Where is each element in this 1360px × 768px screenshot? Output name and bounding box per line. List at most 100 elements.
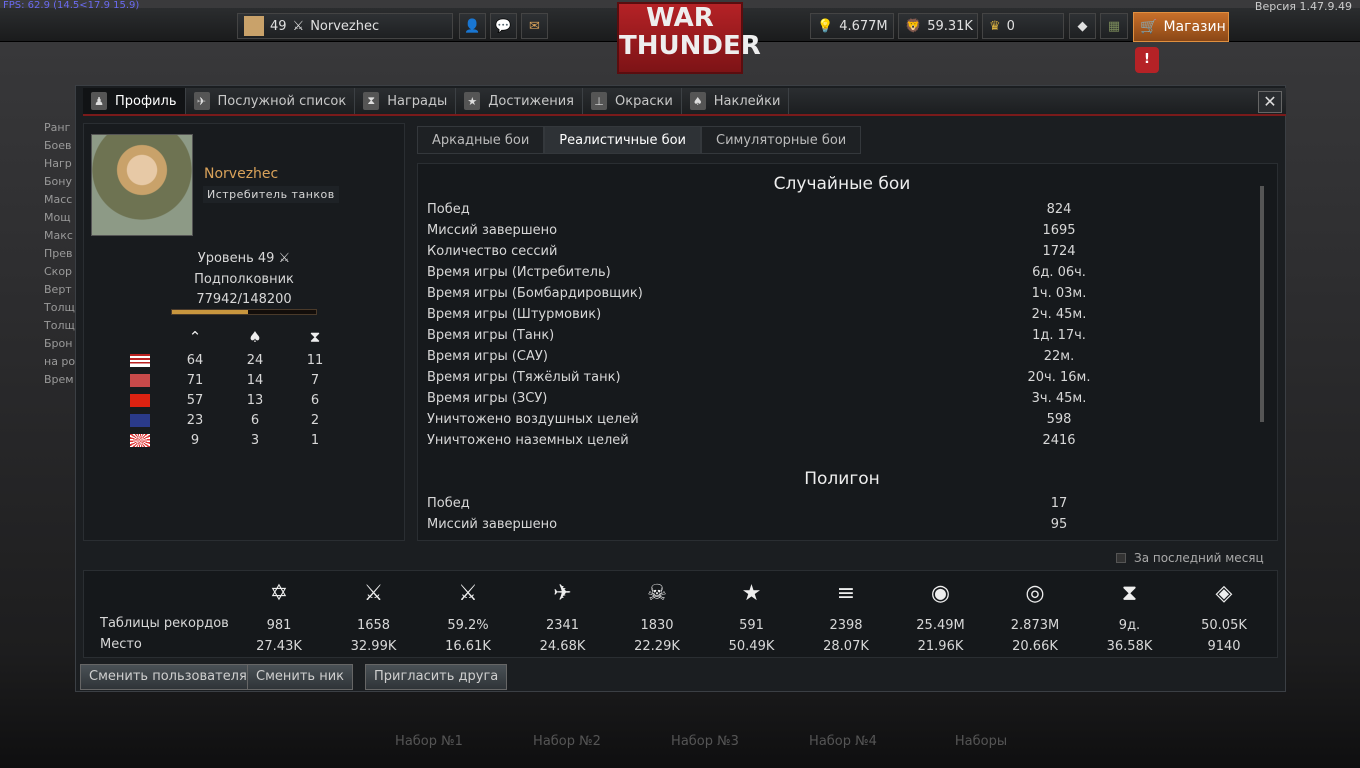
record-value: 2.873M <box>1010 618 1060 633</box>
bg-item: Макс <box>44 229 73 242</box>
level-text: Уровень 49 <box>197 251 275 266</box>
leaderboard-column[interactable]: ✈ 2341 24.68K <box>528 571 598 657</box>
preset-tab[interactable]: Набор №3 <box>636 734 774 749</box>
tab-profile[interactable]: ♟ Профиль <box>83 88 186 114</box>
close-button[interactable]: ✕ <box>1258 91 1282 113</box>
last-month-checkbox[interactable]: За последний месяц <box>1116 551 1264 565</box>
player-info[interactable]: 49 ⚔ Norvezhec <box>237 13 453 39</box>
user-icon: ♟ <box>91 92 107 110</box>
checkbox-label: За последний месяц <box>1134 551 1264 565</box>
record-place: 22.29K <box>634 639 680 654</box>
bg-item: Ранг <box>44 121 71 134</box>
section-test-drive: Полигон <box>804 469 880 489</box>
flag-germany-icon <box>130 373 150 387</box>
tab-awards[interactable]: ⧗ Награды <box>355 88 457 114</box>
stat-label: Количество сессий <box>427 244 558 259</box>
friends-button[interactable]: 👤 <box>459 13 486 39</box>
research-points: 💡 4.677M <box>810 13 894 39</box>
chat-icon: 💬 <box>495 18 512 34</box>
nation-row: 9 3 1 <box>120 430 360 450</box>
leaderboard-column[interactable]: ★ 591 50.49K <box>717 571 787 657</box>
tab-realistic[interactable]: Реалистичные бои <box>544 126 701 154</box>
profile-tabs: ♟ Профиль ✈ Послужной список ⧗ Награды ★ Дос… <box>83 88 1286 116</box>
stat-row: Время игры (Тяжёлый танк) 20ч. 16м. <box>427 370 1091 385</box>
leaderboard-column[interactable]: ⧗ 9д. 36.58K <box>1095 571 1165 657</box>
switch-user-button[interactable]: Сменить пользователя <box>80 664 256 690</box>
shop-button[interactable]: 🛒 Магазин <box>1133 12 1229 42</box>
bg-item: Прев <box>44 247 73 260</box>
spade-icon: ♠ <box>248 328 262 346</box>
stats-scrollbar[interactable] <box>1260 186 1264 422</box>
stat-label: Время игры (Истребитель) <box>427 265 611 280</box>
silver-lions: 🦁 59.31K <box>898 13 978 39</box>
record-value: 981 <box>266 618 292 633</box>
stats-panel: Случайные бои Побед 824 Миссий завершено 16… <box>417 163 1278 541</box>
crate-icon: ▦ <box>1107 18 1121 34</box>
exp-progress-bar <box>171 309 317 315</box>
leaderboard-column[interactable]: ⚔ 1658 32.99K <box>339 571 409 657</box>
stat-row: Уничтожено наземных целей 2416 <box>427 433 1076 448</box>
record-value: 2398 <box>829 618 863 633</box>
leaderboard-column[interactable]: ◈ 50.05K 9140 <box>1189 571 1259 657</box>
mail-button[interactable]: ✉ <box>521 13 548 39</box>
leaderboard-panel: Таблицы рекордов Место ✡ 981 27.43K ⚔ 1658 32… <box>83 570 1278 658</box>
record-place: 27.43K <box>256 639 302 654</box>
skull-icon: ☠ <box>647 581 667 606</box>
checkbox[interactable] <box>1116 553 1126 563</box>
bg-item: на ро <box>44 355 76 368</box>
record-value: 1658 <box>356 618 391 633</box>
bg-item: Брон <box>44 337 73 350</box>
leaderboard-label: Таблицы рекордов <box>100 616 229 631</box>
preset-tab[interactable]: Наборы <box>912 734 1050 749</box>
nation-value: 57 <box>186 392 204 408</box>
leaderboard-column[interactable]: ☠ 1830 22.29K <box>622 571 692 657</box>
nation-value: 1 <box>310 432 320 448</box>
preset-tab[interactable]: Набор №1 <box>360 734 498 749</box>
record-place: 32.99K <box>350 639 397 654</box>
cart-icon: 🛒 <box>1140 19 1158 35</box>
leaderboard-column[interactable]: ◎ 2.873M 20.66K <box>1000 571 1070 657</box>
flag-usa-icon <box>130 353 150 367</box>
tab-arcade[interactable]: Аркадные бои <box>417 126 545 154</box>
profile-name: Norvezhec <box>204 166 279 182</box>
research-points-value: 4.677M <box>839 18 888 34</box>
change-nick-button[interactable]: Сменить ник <box>247 664 353 690</box>
nation-value: 64 <box>186 352 204 368</box>
preset-tab[interactable]: Набор №2 <box>498 734 636 749</box>
profile-title[interactable]: Истребитель танков <box>203 186 339 203</box>
leaderboard-column[interactable]: ✡ 981 27.43K <box>244 571 314 657</box>
tab-simulator[interactable]: Симуляторные бои <box>701 126 862 154</box>
record-place: 21.96K <box>917 639 964 654</box>
tab-service-record[interactable]: ✈ Послужной список <box>186 88 356 114</box>
avatar[interactable] <box>91 134 193 236</box>
profile-exp: 77942/148200 <box>196 292 292 307</box>
golden-eagles-value: 0 <box>1006 18 1015 34</box>
crate-button[interactable]: ▦ <box>1100 13 1128 39</box>
warning-icon[interactable]: ! <box>1135 47 1159 73</box>
stat-row: Время игры (Штурмовик) 2ч. 45м. <box>427 307 1087 322</box>
tab-achievements[interactable]: ★ Достижения <box>456 88 584 114</box>
premium-button[interactable]: ◆ <box>1069 13 1096 39</box>
chat-button[interactable]: 💬 <box>490 13 517 39</box>
record-value: 1830 <box>640 618 674 633</box>
golden-eagles[interactable]: ♛ 0 <box>982 13 1064 39</box>
record-value: 591 <box>739 618 764 633</box>
leaderboard-column[interactable]: ⚔ 59.2% 16.61K <box>433 571 503 657</box>
flag-britain-icon <box>130 413 150 427</box>
stat-label: Миссий завершено <box>427 517 558 532</box>
nation-value: 14 <box>246 372 264 388</box>
shop-label: Магазин <box>1163 19 1226 35</box>
leaderboard-column[interactable]: ◉ 25.49M 21.96K <box>906 571 976 657</box>
bg-item: Толщ <box>44 301 75 314</box>
invite-friend-button[interactable]: Пригласить друга <box>365 664 508 690</box>
tanks-icon: ≡ <box>836 581 856 606</box>
stat-row: Побед 17 <box>427 496 1068 511</box>
stat-label: Время игры (Танк) <box>427 328 555 343</box>
tab-skins[interactable]: ⊥ Окраски <box>583 88 682 114</box>
record-value: 25.49M <box>916 618 965 633</box>
bg-item: Масс <box>44 193 73 206</box>
preset-tab[interactable]: Набор №4 <box>774 734 912 749</box>
tab-decals[interactable]: ♠ Наклейки <box>682 88 790 114</box>
record-value: 50.05K <box>1201 618 1247 633</box>
leaderboard-column[interactable]: ≡ 2398 28.07K <box>811 571 881 657</box>
